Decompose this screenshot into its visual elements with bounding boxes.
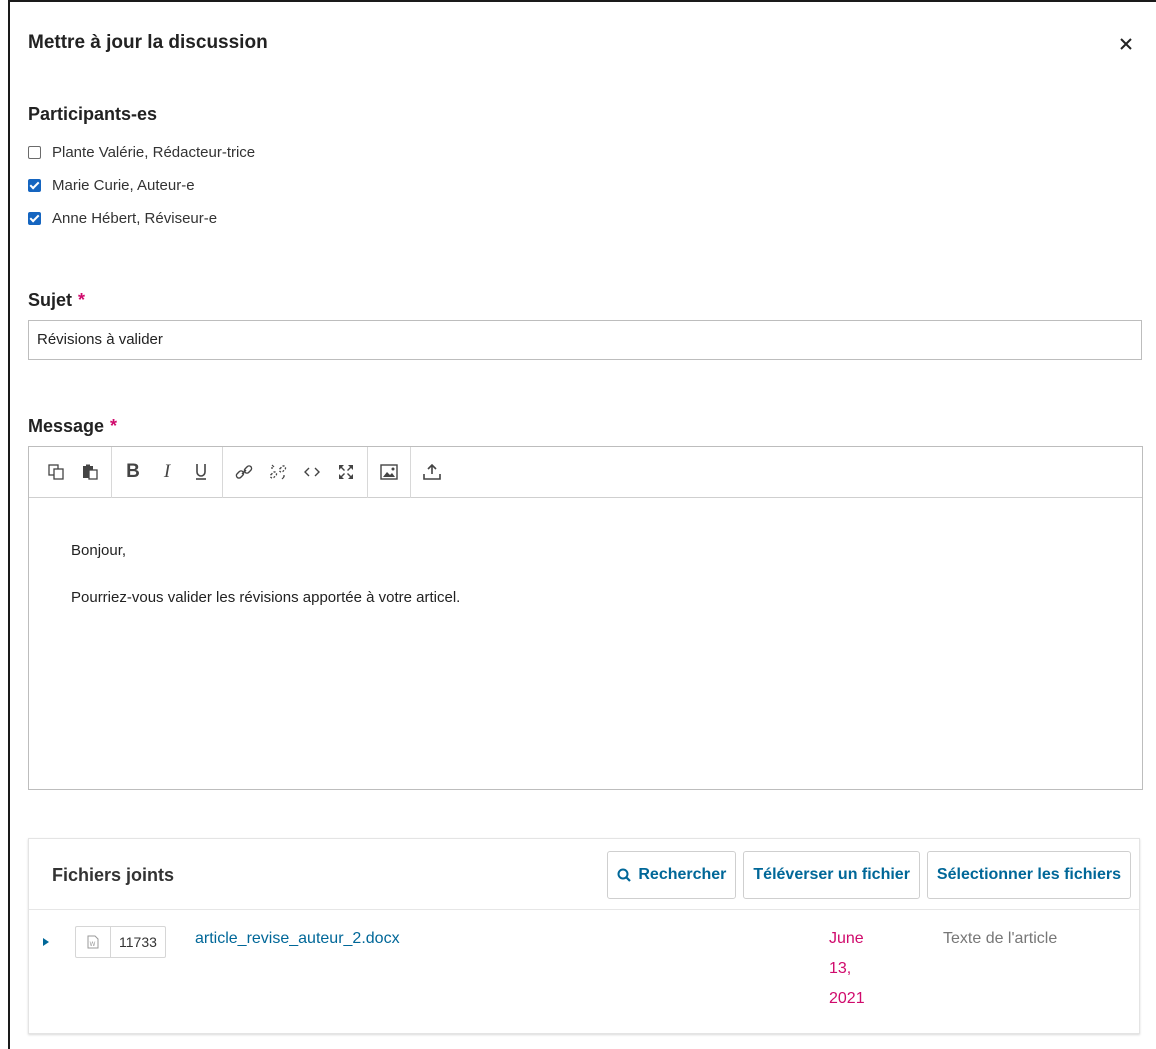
update-discussion-modal: Mettre à jour la discussion Participants… xyxy=(8,0,1156,1049)
search-button-label: Rechercher xyxy=(638,866,727,883)
fullscreen-icon[interactable] xyxy=(329,456,363,488)
message-editor: B I Bonjour, Pourriez-vous valider les r… xyxy=(28,446,1143,790)
upload-group xyxy=(411,447,453,498)
file-type: Texte de l'article xyxy=(943,930,1058,947)
subject-label: Sujet * xyxy=(28,290,85,311)
participants-label: Participants-es xyxy=(28,104,158,124)
code-icon[interactable] xyxy=(295,456,329,488)
checkbox-checked[interactable] xyxy=(28,211,41,225)
participant-label: Anne Hébert, Réviseur-e xyxy=(52,209,218,227)
message-greeting: Bonjour, xyxy=(71,542,127,559)
participant-label: Marie Curie, Auteur-e xyxy=(52,176,195,194)
message-label: Message * xyxy=(28,416,117,437)
upload-icon[interactable] xyxy=(415,456,449,488)
paste-icon[interactable] xyxy=(73,456,107,488)
unlink-icon[interactable] xyxy=(261,456,295,488)
file-badge: W 11733 xyxy=(75,926,166,958)
format-group: B I xyxy=(112,446,223,498)
message-line: Pourriez-vous valider les révisions appo… xyxy=(71,589,461,606)
subject-label-text: Sujet xyxy=(28,290,73,310)
editor-content[interactable]: Bonjour, Pourriez-vous valider les révis… xyxy=(29,498,1142,606)
checkbox-unchecked[interactable] xyxy=(28,145,41,159)
participant-checkbox-anne-hebert[interactable]: Anne Hébert, Réviseur-e xyxy=(28,208,217,228)
file-row: W 11733 article_revise_auteur_2.docx Jun… xyxy=(29,910,1139,1034)
search-icon xyxy=(617,868,632,882)
subject-input[interactable]: Révisions à valider xyxy=(28,320,1142,360)
copy-icon[interactable] xyxy=(39,456,73,488)
upload-file-button[interactable]: Téléverser un fichier xyxy=(743,851,920,899)
file-id: 11733 xyxy=(119,934,157,950)
search-button[interactable]: Rechercher xyxy=(607,851,737,899)
file-date: June 13, 2021 xyxy=(829,930,865,1007)
required-mark: * xyxy=(110,416,118,436)
modal-title: Mettre à jour la discussion xyxy=(28,32,268,53)
link-icon[interactable] xyxy=(227,456,261,488)
checkbox-checked[interactable] xyxy=(28,178,41,192)
word-file-icon: W xyxy=(76,927,111,957)
attachments-panel: Fichiers joints Rechercher Téléverser un… xyxy=(28,838,1140,1034)
clipboard-group xyxy=(35,446,112,498)
svg-text:W: W xyxy=(90,941,96,948)
attachments-actions: Rechercher Téléverser un fichier Sélecti… xyxy=(607,851,1131,899)
underline-icon[interactable] xyxy=(184,456,218,488)
attachments-title: Fichiers joints xyxy=(52,865,175,885)
expand-row-icon[interactable] xyxy=(43,938,49,946)
participant-label: Plante Valérie, Rédacteur-trice xyxy=(52,143,256,161)
participant-checkbox-marie-curie[interactable]: Marie Curie, Auteur-e xyxy=(28,175,195,195)
media-group xyxy=(368,446,411,498)
select-files-button[interactable]: Sélectionner les fichiers xyxy=(926,851,1131,899)
bold-icon[interactable]: B xyxy=(116,456,150,488)
participant-checkbox-plante-valerie[interactable]: Plante Valérie, Rédacteur-trice xyxy=(28,142,255,162)
file-name-link[interactable]: article_revise_auteur_2.docx xyxy=(195,930,400,948)
italic-icon[interactable]: I xyxy=(150,456,184,488)
image-icon[interactable] xyxy=(372,456,406,488)
attachments-header: Fichiers joints Rechercher Téléverser un… xyxy=(29,839,1139,910)
close-icon[interactable] xyxy=(1116,34,1136,54)
required-mark: * xyxy=(78,290,86,310)
editor-toolbar: B I xyxy=(29,446,1142,498)
message-label-text: Message xyxy=(28,416,105,436)
insert-group xyxy=(223,446,368,498)
